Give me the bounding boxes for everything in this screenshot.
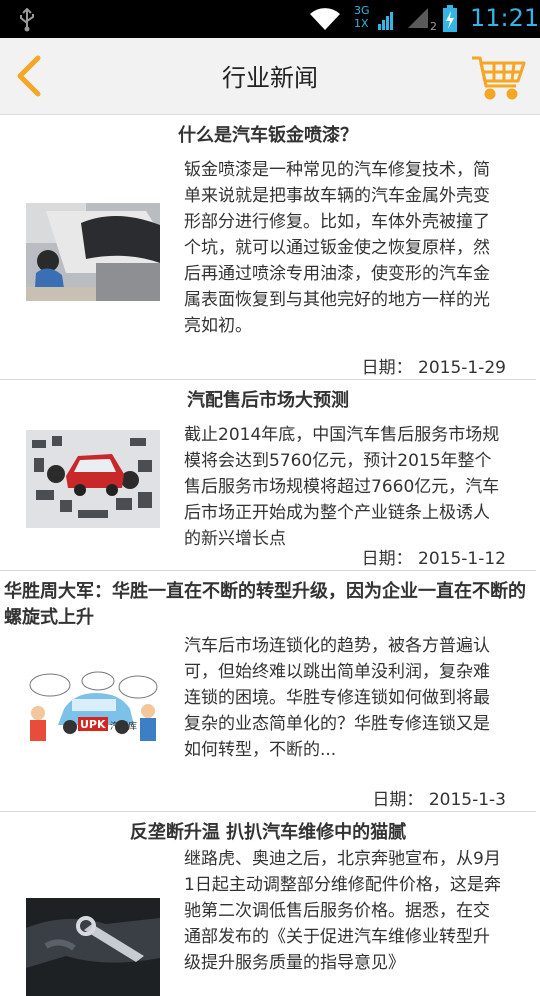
shopping-cart-icon xyxy=(472,56,526,100)
news-item[interactable]: 什么是汽车钣金喷漆？ 钣金喷漆是一种常见的汽车修复技术，简单来说就是把事故车辆的… xyxy=(0,115,536,380)
status-bar: 3G 1X 2 11:21 xyxy=(0,0,540,38)
news-item[interactable]: 反垄断升温 扒扒汽车维修中的猫腻 继路虎、奥迪之后，北京奔驰宣布，从9月1日起主… xyxy=(0,812,536,996)
news-title: 华胜周大军：华胜一直在不断的转型升级，因为企业一直在不断的螺旋式上升 xyxy=(4,581,526,628)
clock: 11:21 xyxy=(470,4,540,32)
wifi-icon xyxy=(310,8,340,30)
news-thumbnail xyxy=(26,203,160,301)
signal-strength-icon xyxy=(408,8,428,28)
signal-bars-icon xyxy=(378,12,393,30)
thumbnail-logo-text: UPK xyxy=(80,718,106,731)
news-summary: 继路虎、奥迪之后，北京奔驰宣布，从9月1日起主动调整部分维修配件价格，这是奔驰第… xyxy=(184,849,501,972)
news-list: 什么是汽车钣金喷漆？ 钣金喷漆是一种常见的汽车修复技术，简单来说就是把事故车辆的… xyxy=(0,115,540,996)
news-summary: 汽车后市场连锁化的趋势，被各方普遍认可，但始终难以跳出简单没利润，复杂难连锁的困… xyxy=(184,636,490,760)
news-thumbnail xyxy=(26,430,160,528)
mobile-network-indicator: 3G 1X xyxy=(354,4,394,34)
news-title: 反垄断升温 扒扒汽车维修中的猫腻 xyxy=(129,822,407,843)
battery-charging-icon xyxy=(443,5,457,32)
news-thumbnail: UPK 汽配库 xyxy=(26,669,160,741)
news-title: 汽配售后市场大预测 xyxy=(187,390,349,411)
news-title: 什么是汽车钣金喷漆？ xyxy=(178,125,358,146)
news-item[interactable]: 汽配售后市场大预测 截止2014年底，中国汽车售后服务市场规模将会达到5760亿… xyxy=(0,380,536,571)
news-thumbnail xyxy=(26,898,160,996)
news-date: 日期： 2015-1-12 xyxy=(361,549,506,569)
cart-button[interactable] xyxy=(470,52,526,102)
title-bar: 行业新闻 xyxy=(0,38,540,115)
thumbnail-logo-subtext: 汽配库 xyxy=(110,720,137,732)
news-item[interactable]: 华胜周大军：华胜一直在不断的转型升级，因为企业一直在不断的螺旋式上升 UPK 汽… xyxy=(0,571,536,812)
sim-slot-label: 2 xyxy=(430,20,437,33)
news-date: 日期： 2015-1-3 xyxy=(372,790,506,810)
news-summary: 钣金喷漆是一种常见的汽车修复技术，简单来说就是把事故车辆的汽车金属外壳变形部分进… xyxy=(184,160,490,336)
page-title: 行业新闻 xyxy=(222,64,318,92)
news-summary: 截止2014年底，中国汽车售后服务市场规模将会达到5760亿元，预计2015年整… xyxy=(184,425,500,549)
news-date: 日期： 2015-1-29 xyxy=(361,358,506,378)
usb-icon xyxy=(20,8,34,32)
